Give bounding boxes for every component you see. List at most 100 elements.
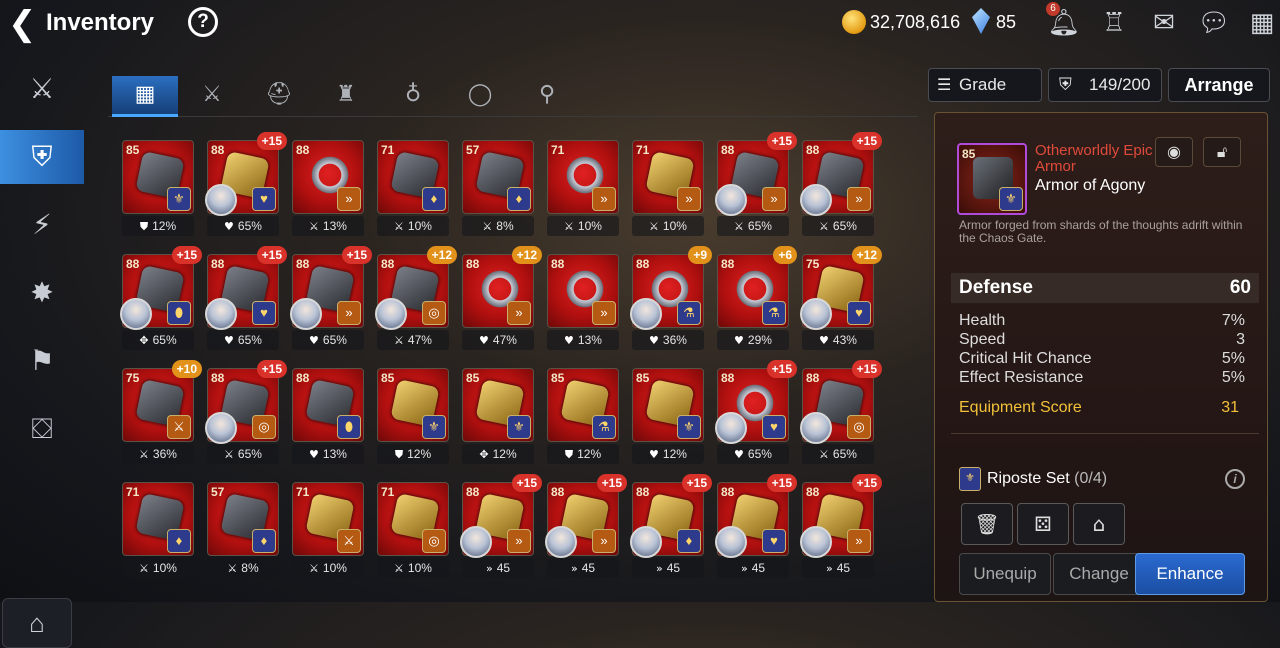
item-level: 88: [806, 371, 820, 385]
stat-value: 10%: [577, 219, 602, 233]
tab-all[interactable]: ▦: [112, 76, 178, 117]
equipment-item[interactable]: 88 ♥ +15 ♥ 65%: [205, 246, 287, 352]
enhance-badge: +15: [256, 246, 287, 264]
trash-icon[interactable]: 🗑︎: [961, 503, 1013, 545]
chat-icon[interactable]: 💬︎: [1196, 6, 1232, 40]
equipment-item[interactable]: 88 » +15 ♥ 65%: [290, 246, 372, 352]
share-icon[interactable]: ◉: [1155, 137, 1193, 167]
equipment-item[interactable]: 75 ♥ +12 ♥ 43%: [800, 246, 882, 352]
stat-icon: »: [485, 562, 493, 575]
equipment-item[interactable]: 57 ♦ ⚔ 8%: [462, 140, 536, 238]
help-button[interactable]: ?: [188, 7, 218, 37]
sidebar-bag-icon[interactable]: ⚑: [0, 334, 84, 388]
item-level: 88: [211, 257, 225, 271]
item-level: 88: [211, 143, 225, 157]
equipment-item[interactable]: 88» +15» 45: [800, 474, 882, 580]
unequip-button[interactable]: Unequip: [959, 553, 1051, 595]
tab-helmet[interactable]: ⛑: [246, 76, 312, 114]
stat-icon: ♥: [649, 448, 659, 461]
substat-row: Health 7%: [959, 311, 1245, 331]
equipment-item[interactable]: 88 » +15 ⚔ 65%: [800, 132, 882, 238]
set-emblem-icon: ◎: [847, 415, 871, 439]
item-main-stat: ✥ 12%: [462, 444, 534, 464]
equipment-item[interactable]: 85 ⚗ ⛊ 12%: [547, 368, 621, 466]
item-main-stat: ♥ 12%: [632, 444, 704, 464]
set-emblem-icon: ⚜: [507, 415, 531, 439]
gold-coin-icon: [842, 10, 866, 34]
tab-weapon[interactable]: ⚔: [179, 76, 245, 114]
equipment-item[interactable]: 88» +15» 45: [460, 474, 542, 580]
equipment-item[interactable]: 85 ⚜ ⛊ 12%: [122, 140, 196, 238]
equipment-item[interactable]: 71 ⚔ ⚔ 10%: [292, 482, 366, 580]
item-level: 88: [466, 485, 480, 499]
mail-icon[interactable]: ✉: [1146, 6, 1182, 40]
stat-value: 47%: [492, 333, 517, 347]
stat-icon: ⛊: [564, 448, 574, 461]
arrange-button[interactable]: Arrange: [1168, 68, 1270, 102]
equipment-item[interactable]: 88 » ⚔ 13%: [292, 140, 366, 238]
equipment-item[interactable]: 88 » ♥ 13%: [547, 254, 621, 352]
equipment-item[interactable]: 88 ⬮ +15 ✥ 65%: [120, 246, 202, 352]
item-level: 85: [126, 143, 140, 157]
equipment-item[interactable]: 57 ♦ ⚔ 8%: [207, 482, 281, 580]
change-button[interactable]: Change: [1053, 553, 1145, 595]
equipment-item[interactable]: 71 ♦ ⚔ 10%: [377, 140, 451, 238]
equipment-item[interactable]: 88» +15» 45: [545, 474, 627, 580]
equipment-item[interactable]: 85 ⚜ ⛊ 12%: [377, 368, 451, 466]
enhance-button[interactable]: Enhance: [1135, 553, 1245, 595]
item-main-stat: ⚔ 13%: [292, 216, 364, 236]
hero-avatar: [120, 298, 152, 330]
equipment-item[interactable]: 71 ♦ ⚔ 10%: [122, 482, 196, 580]
castle-icon[interactable]: ♖: [1096, 6, 1132, 40]
equipment-item[interactable]: 88 ♦ +15 » 45: [630, 474, 712, 580]
item-level: 71: [381, 143, 395, 157]
equipment-item[interactable]: 85 ⚜ ✥ 12%: [462, 368, 536, 466]
menu-grid-icon[interactable]: ▦: [1244, 6, 1280, 40]
grade-sort-button[interactable]: ☰ Grade: [928, 68, 1042, 102]
equipment-item[interactable]: 88 ◎ +15 ⚔ 65%: [205, 360, 287, 466]
enhance-badge: +15: [511, 474, 542, 492]
equipment-item[interactable]: 88 ⬮ ♥ 13%: [292, 368, 366, 466]
storage-icon[interactable]: ⌂: [2, 598, 72, 648]
set-emblem-icon: ♦: [167, 529, 191, 553]
stat-icon: ⚔: [394, 562, 404, 575]
tab-ring[interactable]: ◯: [447, 76, 513, 114]
equipment-item[interactable]: 71 ◎ ⚔ 10%: [377, 482, 451, 580]
stat-icon: ⚔: [227, 562, 238, 575]
equipment-item[interactable]: 88 ◎ +15 ⚔ 65%: [800, 360, 882, 466]
item-level: 88: [636, 257, 650, 271]
equipment-item[interactable]: 88 » +12 ♥ 47%: [462, 246, 542, 352]
stat-icon: ⚔: [394, 220, 404, 233]
item-main-stat: ✥ 65%: [122, 330, 194, 350]
item-level: 85: [381, 371, 395, 385]
equipment-item[interactable]: 88 ♥ +15 » 45: [715, 474, 797, 580]
equipment-item[interactable]: 88 ♥ +15 ♥ 65%: [715, 360, 797, 466]
equipment-item[interactable]: 88 ◎ +12 ⚔ 47%: [375, 246, 457, 352]
sidebar-lightning-icon[interactable]: ⚡: [0, 198, 84, 252]
tab-boots[interactable]: ⚲: [514, 76, 580, 114]
substat-label: Critical Hit Chance: [959, 350, 1092, 367]
equipment-item[interactable]: 88 ⚗ +9 ♥ 36%: [630, 246, 712, 352]
capacity-button[interactable]: ⛨ 149/200: [1048, 68, 1162, 102]
tab-necklace[interactable]: ♁: [380, 76, 446, 114]
sidebar-artifact-icon[interactable]: ✸: [0, 266, 84, 320]
equipment-item[interactable]: 85 ⚜ ♥ 12%: [632, 368, 706, 466]
item-level: 88: [721, 371, 735, 385]
sidebar-armor-icon[interactable]: ⛨: [0, 130, 84, 184]
equipment-item[interactable]: 88 ⚗ +6 ♥ 29%: [717, 246, 797, 352]
tab-armor[interactable]: ♜: [313, 76, 379, 114]
top-bar: ❮ Inventory ? 32,708,616 85 🔔︎ 6 ♖ ✉ 💬︎ …: [0, 0, 1280, 48]
back-arrow-icon[interactable]: ❮: [8, 6, 37, 42]
sidebar-chest-icon[interactable]: ⛋: [0, 402, 84, 456]
equipment-item[interactable]: 71 » ⚔ 10%: [547, 140, 621, 238]
equipment-item[interactable]: 88 » +15 ⚔ 65%: [715, 132, 797, 238]
equipment-item[interactable]: 71 » ⚔ 10%: [632, 140, 706, 238]
storage-icon[interactable]: ⌂: [1073, 503, 1125, 545]
set-emblem-icon: ⚔: [167, 415, 191, 439]
lock-icon[interactable]: 🔓︎: [1203, 137, 1241, 167]
equipment-item[interactable]: 75 ⚔ +10 ⚔ 36%: [122, 360, 202, 466]
dice-icon[interactable]: ⚄: [1017, 503, 1069, 545]
sidebar-equipment-icon[interactable]: ⚔: [0, 62, 84, 116]
equipment-item[interactable]: 88 ♥ +15 ♥ 65%: [205, 132, 287, 238]
info-icon[interactable]: i: [1225, 469, 1245, 489]
